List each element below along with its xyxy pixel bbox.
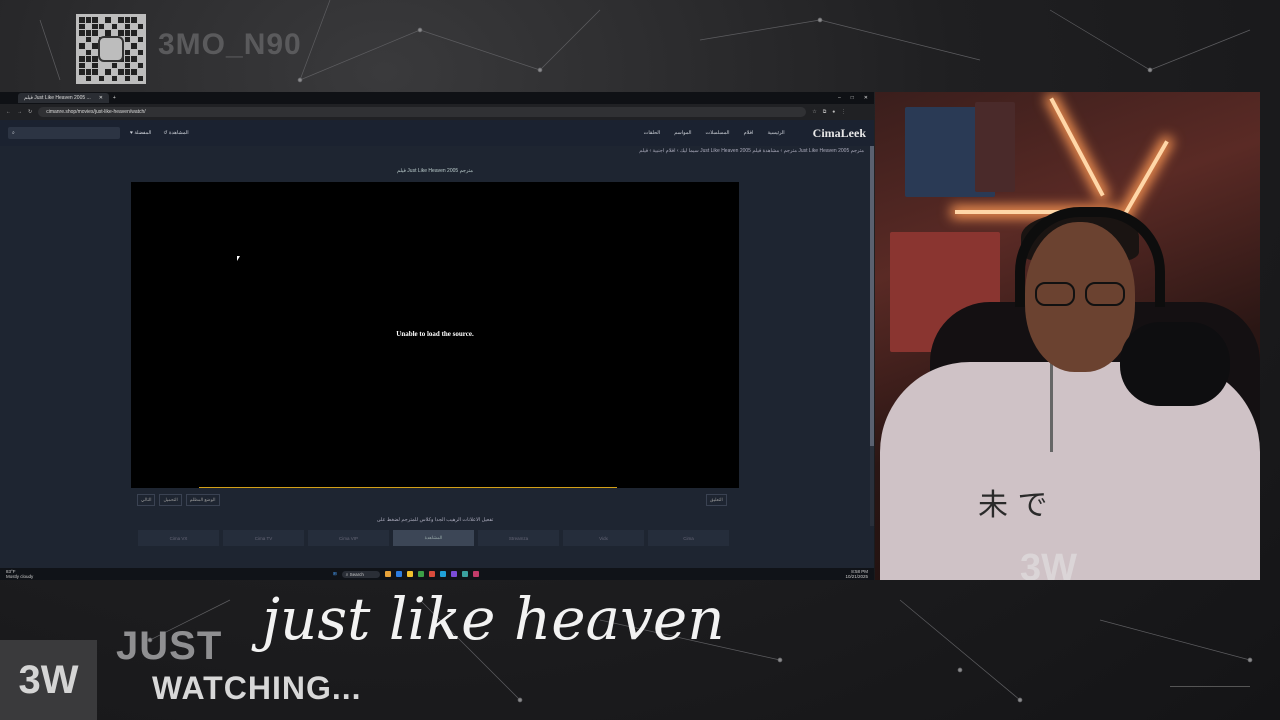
profile-icon[interactable]: ● [832, 109, 835, 115]
app-icon[interactable] [384, 571, 391, 577]
server-button-active[interactable]: المشاهدة [393, 530, 474, 546]
minimize-icon[interactable]: – [838, 95, 841, 101]
nav-item-home[interactable]: الرئيسية [767, 130, 784, 136]
channel-logo: 3W [0, 640, 97, 720]
site-logo[interactable]: CimaLeek [813, 126, 866, 141]
nav-item-series[interactable]: المسلسلات [706, 130, 730, 136]
comment-button[interactable]: التعليق [706, 494, 727, 506]
start-icon[interactable]: ⊞ [333, 571, 337, 577]
movie-title: just like heaven [262, 585, 725, 653]
divider [1170, 686, 1250, 687]
nav-item-movies[interactable]: افلام [744, 130, 754, 136]
server-list: Cima VX Cima TV Cima VIP المشاهدة Stream… [138, 530, 729, 546]
menu-icon[interactable]: ⋮ [841, 109, 846, 115]
system-tray[interactable]: 8:58 PM 10/21/2025 [845, 569, 874, 579]
app-icon[interactable] [428, 571, 435, 577]
mouse-cursor [237, 256, 240, 261]
hoodie-print: 未 で [978, 488, 1048, 523]
history-icon[interactable]: ↺ المشاهدة [163, 130, 188, 136]
page-title: فيلم Just Like Heaven 2005 مترجم [397, 168, 473, 174]
neon-light [1049, 97, 1105, 197]
app-icon[interactable] [439, 571, 446, 577]
server-button[interactable]: Cima TV [223, 530, 304, 546]
app-icon[interactable] [406, 571, 413, 577]
server-button[interactable]: Cima VX [138, 530, 219, 546]
wall-poster [975, 102, 1015, 192]
new-tab-icon[interactable]: + [113, 95, 116, 101]
server-button[interactable]: Streamza [478, 530, 559, 546]
taskbar-search[interactable]: ⌕ Search [341, 570, 380, 578]
app-icon[interactable] [395, 571, 402, 577]
extensions-icon[interactable]: ⧉ [823, 109, 827, 115]
maximize-icon[interactable]: □ [851, 95, 854, 101]
url-field[interactable]: cimanre.shop/movies/just-like-heaven/wat… [38, 107, 807, 117]
webcam-feed: 未 で 3W [875, 92, 1260, 580]
close-tab-icon[interactable]: ✕ [99, 95, 103, 101]
app-icon[interactable] [461, 571, 468, 577]
app-icon[interactable] [472, 571, 479, 577]
forward-icon[interactable]: → [17, 109, 22, 115]
breadcrumb[interactable]: سيما ليك › افلام اجنبية › فيلم Just Like… [639, 148, 864, 154]
back-icon[interactable]: ← [6, 109, 11, 115]
reload-icon[interactable]: ↻ [28, 109, 32, 115]
browser-tab[interactable]: فيلم Just Like Heaven 2005 ... ✕ [18, 93, 109, 103]
site-search-input[interactable]: ⌕ [8, 127, 120, 139]
close-window-icon[interactable]: ✕ [864, 95, 868, 101]
app-icon[interactable] [450, 571, 457, 577]
player-progress-bar[interactable] [199, 487, 617, 488]
nav-item-seasons[interactable]: المواسم [674, 130, 691, 136]
server-button[interactable]: Cima VIP [308, 530, 389, 546]
bookmark-star-icon[interactable]: ☆ [812, 109, 816, 115]
server-button[interactable]: Cima [648, 530, 729, 546]
address-bar: ← → ↻ cimanre.shop/movies/just-like-heav… [0, 104, 874, 120]
server-button[interactable]: Vidx [563, 530, 644, 546]
just-label: JUST [116, 624, 223, 668]
dark-mode-button[interactable]: الوضع المظلم [185, 494, 220, 506]
video-player[interactable]: Unable to load the source. [131, 182, 739, 488]
watching-label: WATCHING... [152, 670, 362, 706]
weather-widget[interactable]: 83°F Mostly cloudy [0, 569, 33, 579]
tab-title: فيلم Just Like Heaven 2005 ... [24, 95, 91, 101]
site-header: ⌕ ♥ المفضلة ↺ المشاهدة الحلقات المواسم ا… [0, 120, 874, 146]
scrollbar[interactable] [870, 146, 874, 526]
instagram-icon [98, 36, 124, 62]
nav-item-episodes[interactable]: الحلقات [644, 130, 661, 136]
tab-bar: فيلم Just Like Heaven 2005 ... ✕ + – □ ✕ [0, 92, 874, 104]
download-button[interactable]: التحميل [159, 494, 182, 506]
ads-toggle-note[interactable]: تفعيل الاعلانات الرهيب الجدا وكلاس للمتر… [0, 517, 870, 523]
app-icon[interactable] [417, 571, 424, 577]
qr-code [76, 14, 146, 84]
microphone [1120, 322, 1230, 406]
favorites-icon[interactable]: ♥ المفضلة [130, 130, 151, 136]
browser-window: فيلم Just Like Heaven 2005 ... ✕ + – □ ✕… [0, 92, 874, 580]
search-icon: ⌕ [12, 130, 15, 136]
windows-taskbar: 83°F Mostly cloudy ⊞ ⌕ Search 8:58 PM 10… [0, 568, 874, 580]
site-nav: الحلقات المواسم المسلسلات افلام الرئيسية… [644, 126, 866, 141]
next-button[interactable]: التالي [137, 494, 156, 506]
channel-watermark: 3W [1020, 547, 1077, 580]
glasses [1033, 282, 1127, 306]
player-error-message: Unable to load the source. [396, 330, 474, 338]
social-handle: 3MO_N90 [158, 28, 302, 61]
